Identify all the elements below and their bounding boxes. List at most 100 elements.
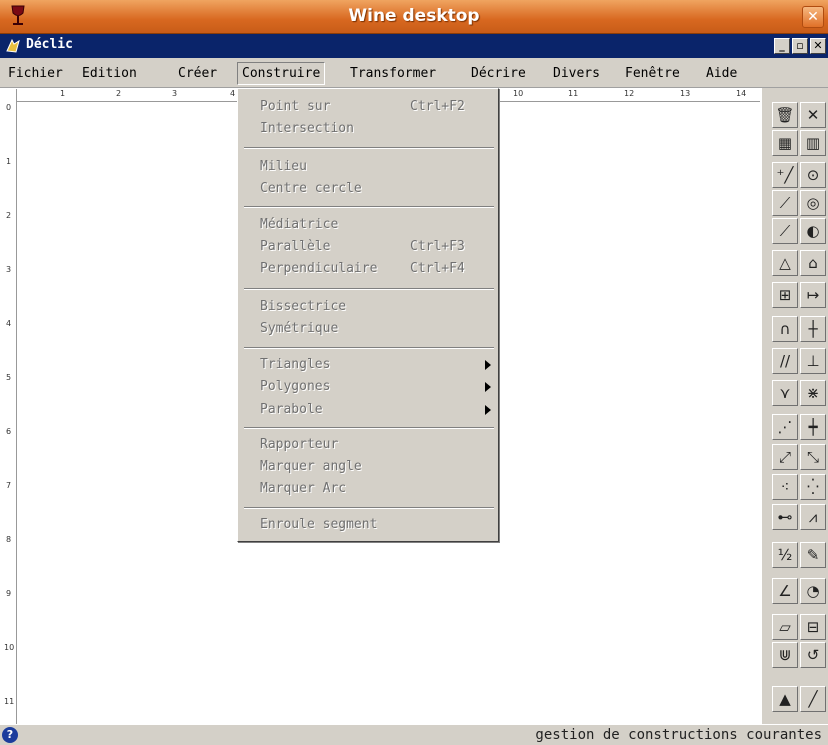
ruler-h-label: 10 xyxy=(513,89,524,98)
paint-icon[interactable]: ▲ xyxy=(772,686,798,712)
menu-item-perpendiculaire[interactable]: Perpendiculaire xyxy=(260,261,377,276)
locus-icon[interactable]: ⋓ xyxy=(772,642,798,668)
menu-item-enroule-segment[interactable]: Enroule segment xyxy=(260,517,377,532)
menu-separator xyxy=(244,206,494,208)
status-bar: ? gestion de constructions courantes xyxy=(0,724,828,745)
menu-separator xyxy=(244,347,494,349)
ruler-v-label: 0 xyxy=(6,103,12,112)
menu-item-bissectrice[interactable]: Bissectrice xyxy=(260,299,346,314)
symmetry-icon[interactable]: ⋇ xyxy=(800,380,826,406)
submenu-arrow-icon xyxy=(485,382,491,392)
app-logo-icon xyxy=(6,38,20,53)
move-icon[interactable]: ⁛ xyxy=(800,474,826,500)
pencil-icon[interactable]: ✎ xyxy=(800,542,826,568)
menu-aide[interactable]: Aide xyxy=(706,66,737,81)
rotation-icon[interactable]: ↺ xyxy=(800,642,826,668)
segment-icon[interactable]: ⟋ xyxy=(772,190,798,216)
triangle-icon[interactable]: △ xyxy=(772,250,798,276)
shape-icon[interactable]: ▱ xyxy=(772,614,798,640)
bisector-icon[interactable]: ⋎ xyxy=(772,380,798,406)
parallel-icon[interactable]: // xyxy=(772,348,798,374)
ruler-h-label: 1 xyxy=(60,89,66,98)
menu-transformer[interactable]: Transformer xyxy=(350,66,436,81)
grid-icon[interactable]: ▦ xyxy=(772,130,798,156)
menu-item-marquer-arc[interactable]: Marquer Arc xyxy=(260,481,346,496)
menu-separator xyxy=(244,288,494,290)
intersection-icon[interactable]: ∩ xyxy=(772,316,798,342)
vertical-ruler: 0 1 2 3 4 5 6 7 8 9 10 11 1 xyxy=(4,89,17,739)
menu-item-mediatrice[interactable]: Médiatrice xyxy=(260,217,338,232)
chart-icon[interactable]: ▥ xyxy=(800,130,826,156)
polygon-icon[interactable]: ⌂ xyxy=(800,250,826,276)
shortcut-point-sur: Ctrl+F2 xyxy=(410,99,465,114)
translate-icon[interactable]: ⤢ xyxy=(772,444,798,470)
shortcut-perpendiculaire: Ctrl+F4 xyxy=(410,261,465,276)
menu-item-parabole[interactable]: Parabole xyxy=(260,402,323,417)
menu-fenetre[interactable]: Fenêtre xyxy=(625,66,680,81)
submenu-arrow-icon xyxy=(485,405,491,415)
protractor-icon[interactable]: ◔ xyxy=(800,578,826,604)
minimize-button[interactable]: _ xyxy=(774,38,790,54)
midpoint-icon[interactable]: ⋰ xyxy=(772,414,798,440)
ray-icon[interactable]: ⟋ xyxy=(772,218,798,244)
ruler-v-label: 4 xyxy=(6,319,12,328)
square-point-icon[interactable]: ⊞ xyxy=(772,282,798,308)
point-line-icon[interactable]: ⁺╱ xyxy=(772,162,798,188)
ruler-h-label: 13 xyxy=(680,89,691,98)
perpendicular-icon[interactable]: ⊥ xyxy=(800,348,826,374)
menu-divers[interactable]: Divers xyxy=(553,66,600,81)
close-icon[interactable]: ✕ xyxy=(800,102,826,128)
menu-item-milieu[interactable]: Milieu xyxy=(260,159,307,174)
ruler-v-label: 10 xyxy=(4,643,15,652)
menu-item-symetrique[interactable]: Symétrique xyxy=(260,321,338,336)
ruler-icon[interactable]: ⊟ xyxy=(800,614,826,640)
ruler-h-label: 14 xyxy=(736,89,747,98)
menu-separator xyxy=(244,507,494,509)
wine-close-button[interactable]: ✕ xyxy=(802,6,824,28)
mediator-icon[interactable]: ┿ xyxy=(800,414,826,440)
menu-item-rapporteur[interactable]: Rapporteur xyxy=(260,437,338,452)
cross-icon[interactable]: ┼ xyxy=(800,316,826,342)
ratio-icon[interactable]: ½ xyxy=(772,542,798,568)
submenu-arrow-icon xyxy=(485,360,491,370)
menu-fichier[interactable]: Fichier xyxy=(8,66,63,81)
line-icon[interactable]: ╱ xyxy=(800,686,826,712)
menu-item-polygones[interactable]: Polygones xyxy=(260,379,330,394)
ruler-v-label: 8 xyxy=(6,535,12,544)
ruler-h-label: 2 xyxy=(116,89,122,98)
angle-icon[interactable]: ∠ xyxy=(772,578,798,604)
help-icon[interactable]: ? xyxy=(2,727,18,743)
measure-icon[interactable]: ⊷ xyxy=(772,504,798,530)
circle-point-icon[interactable]: ⊙ xyxy=(800,162,826,188)
trash-icon[interactable]: 🗑 xyxy=(772,102,798,128)
circle-arc-icon[interactable]: ◐ xyxy=(800,218,826,244)
ruler-v-label: 9 xyxy=(6,589,12,598)
menu-item-point-sur[interactable]: Point sur xyxy=(260,99,330,114)
circle-icon[interactable]: ◎ xyxy=(800,190,826,216)
scatter-icon[interactable]: ⁖ xyxy=(772,474,798,500)
maximize-button[interactable]: ▫ xyxy=(792,38,808,54)
menu-construire[interactable]: Construire xyxy=(237,62,326,85)
menu-item-parallele[interactable]: Parallèle xyxy=(260,239,330,254)
rotate-icon[interactable]: ⤡ xyxy=(800,444,826,470)
ruler-h-label: 11 xyxy=(568,89,579,98)
menu-separator xyxy=(244,147,494,149)
menu-item-intersection[interactable]: Intersection xyxy=(260,121,354,136)
menu-edition[interactable]: Edition xyxy=(82,66,137,81)
ruler-v-label: 5 xyxy=(6,373,12,382)
menu-decrire[interactable]: Décrire xyxy=(471,66,526,81)
app-close-button[interactable]: ✕ xyxy=(810,38,826,54)
ruler-v-label: 3 xyxy=(6,265,12,274)
ruler-v-label: 2 xyxy=(6,211,12,220)
menu-item-triangles[interactable]: Triangles xyxy=(260,357,330,372)
menu-item-marquer-angle[interactable]: Marquer angle xyxy=(260,459,362,474)
menu-separator xyxy=(244,427,494,429)
menu-creer[interactable]: Créer xyxy=(178,66,217,81)
angle-mark-icon[interactable]: ⩘ xyxy=(800,504,826,530)
menu-item-centre-cercle[interactable]: Centre cercle xyxy=(260,181,362,196)
wine-desktop-title: Wine desktop xyxy=(348,6,480,26)
wine-desktop-titlebar: Wine desktop ✕ xyxy=(0,0,828,34)
shortcut-parallele: Ctrl+F3 xyxy=(410,239,465,254)
ruler-v-label: 6 xyxy=(6,427,12,436)
arrow-icon[interactable]: ↦ xyxy=(800,282,826,308)
